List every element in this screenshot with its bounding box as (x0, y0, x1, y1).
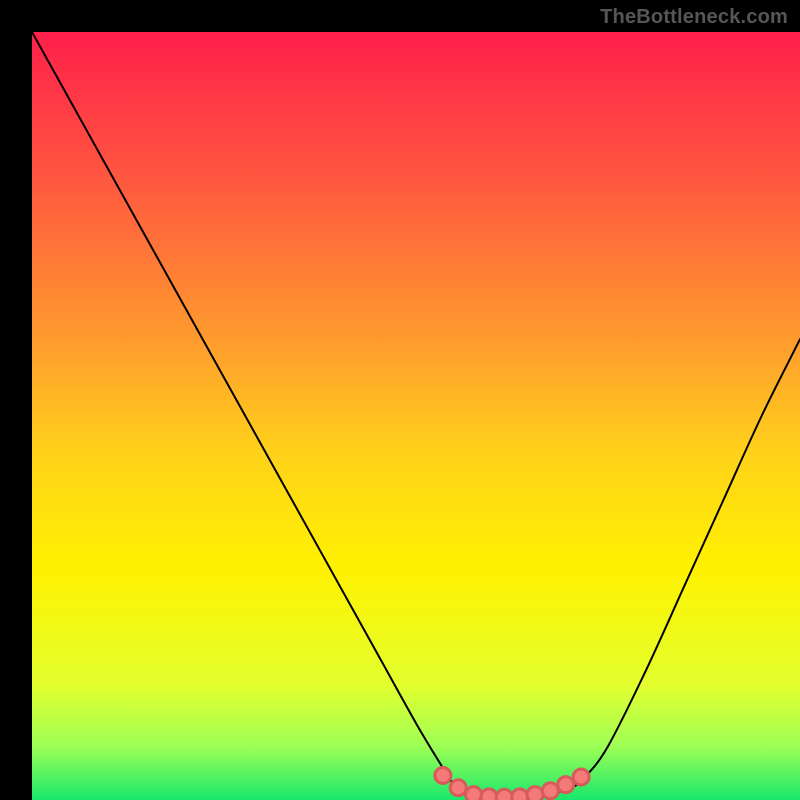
highlight-dot (512, 789, 528, 800)
highlight-dot (435, 767, 451, 783)
highlight-dot (496, 789, 512, 800)
watermark-label: TheBottleneck.com (600, 6, 788, 29)
highlight-dot (481, 789, 497, 800)
highlight-dot (542, 783, 558, 799)
gradient-background (32, 32, 800, 800)
highlight-dot (450, 780, 466, 796)
highlight-dot (466, 787, 482, 800)
highlight-dot (573, 769, 589, 785)
bottleneck-curve-plot (0, 0, 800, 800)
highlight-dot (527, 787, 543, 800)
highlight-dot (558, 777, 574, 793)
chart-stage: TheBottleneck.com (0, 0, 800, 800)
